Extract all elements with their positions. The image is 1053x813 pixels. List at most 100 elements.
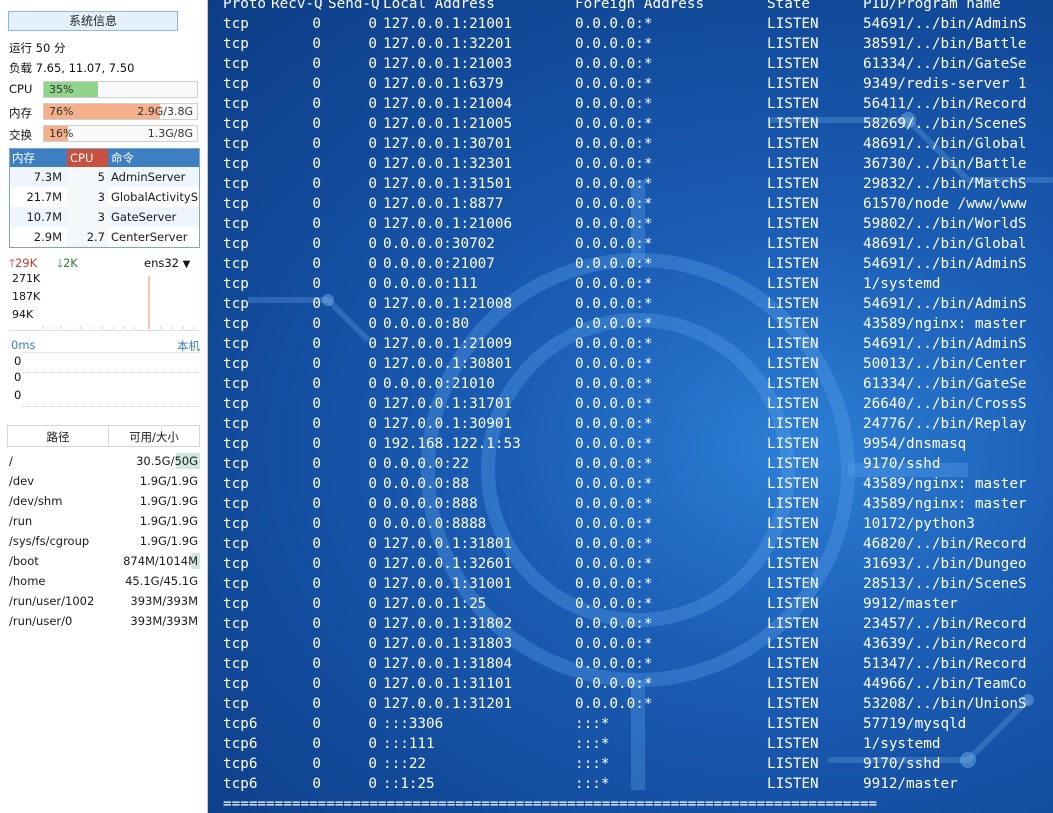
sort-by-cpu-header[interactable]: CPU <box>67 149 108 167</box>
netstat-proto: tcp <box>223 456 249 472</box>
netstat-pid-program: 58269/../bin/SceneS <box>863 116 1027 132</box>
netstat-pid-program: 38591/../bin/Battle <box>863 36 1027 52</box>
disk-table-header: 路径 可用/大小 <box>7 425 200 447</box>
netstat-foreign-address: 0.0.0.0:* <box>575 16 653 32</box>
netstat-row: tcp 0 0 0.0.0.0:80 0.0.0.0:* LISTEN 43589/ngin… <box>223 314 1053 334</box>
disk-row[interactable]: / 30.5G/50G <box>7 451 200 471</box>
netstat-recv-q: 0 <box>312 236 321 252</box>
disk-row[interactable]: /home 45.1G/45.1G <box>7 571 200 591</box>
netstat-proto: tcp <box>223 556 249 572</box>
netstat-send-q: 0 <box>368 736 377 752</box>
netstat-pid-program: 57719/mysqld <box>863 716 967 732</box>
disk-row[interactable]: /sys/fs/cgroup 1.9G/1.9G <box>7 531 200 551</box>
netstat-state: LISTEN <box>767 236 819 252</box>
netstat-pid-program: 48691/../bin/Global <box>863 236 1027 252</box>
disk-size: 874M/1014M <box>123 554 198 568</box>
netstat-foreign-address: 0.0.0.0:* <box>575 336 653 352</box>
process-memory: 2.9M <box>33 230 62 244</box>
netstat-local-address: 192.168.122.1:53 <box>383 436 521 452</box>
netstat-proto: tcp <box>223 216 249 232</box>
netstat-proto: tcp <box>223 536 249 552</box>
netstat-state: LISTEN <box>767 196 819 212</box>
netstat-pid-program: 54691/../bin/AdminS <box>863 16 1027 32</box>
netstat-state: LISTEN <box>767 776 819 792</box>
netstat-row: tcp6 0 0::1:25:::* LISTEN 9912/master <box>223 774 1053 794</box>
process-cpu: 5 <box>67 167 108 187</box>
disk-row[interactable]: /run/user/0 393M/393M <box>7 611 200 631</box>
netstat-foreign-address: 0.0.0.0:* <box>575 376 653 392</box>
netstat-state: LISTEN <box>767 316 819 332</box>
uptime-text: 运行 50 分 <box>9 41 66 55</box>
process-row[interactable]: 7.3M 5 AdminServer <box>10 167 199 187</box>
netstat-proto: tcp <box>223 656 249 672</box>
netstat-send-q: 0 <box>368 496 377 512</box>
netstat-recv-q: 0 <box>312 416 321 432</box>
process-command: GateServer <box>111 210 177 224</box>
netstat-pid-program: 36730/../bin/Battle <box>863 156 1027 172</box>
disk-row[interactable]: /dev 1.9G/1.9G <box>7 471 200 491</box>
netstat-local-address: 127.0.0.1:30801 <box>383 356 513 372</box>
process-row[interactable]: 10.7M 3 GateServer <box>10 207 199 227</box>
process-table: 内存 CPU 命令 7.3M 5 AdminServer 21.7M 3 GlobalAc… <box>9 148 200 248</box>
netstat-state: LISTEN <box>767 276 819 292</box>
netstat-foreign-address: 0.0.0.0:* <box>575 216 653 232</box>
netstat-local-address: 0.0.0.0:88 <box>383 476 470 492</box>
netstat-pid-program: 48691/../bin/Global <box>863 136 1027 152</box>
netstat-local-address: :::22 <box>383 756 427 772</box>
netstat-row: tcp 0 0 127.0.0.1:31201 0.0.0.0:* LISTEN 53208… <box>223 694 1053 714</box>
netstat-row: tcp 0 0 127.0.0.1:21003 0.0.0.0:* LISTEN 61334… <box>223 54 1053 74</box>
disk-row[interactable]: /boot 874M/1014M <box>7 551 200 571</box>
process-row[interactable]: 21.7M 3 GlobalActivityS <box>10 187 199 207</box>
netstat-row: tcp 0 0 127.0.0.1:32301 0.0.0.0:* LISTEN 36730… <box>223 154 1053 174</box>
netstat-row: tcp 0 0 0.0.0.0:21007 0.0.0.0:* LISTEN 54691/.… <box>223 254 1053 274</box>
netstat-local-address: 127.0.0.1:21008 <box>383 296 513 312</box>
disk-path: /run/user/0 <box>9 614 73 628</box>
netstat-state: LISTEN <box>767 476 819 492</box>
netstat-pid-program: 53208/../bin/UnionS <box>863 696 1027 712</box>
netstat-local-address: 0.0.0.0:8888 <box>383 516 487 532</box>
disk-row[interactable]: /dev/shm 1.9G/1.9G <box>7 491 200 511</box>
sort-by-memory-header[interactable]: 内存 <box>10 149 67 167</box>
netstat-row: tcp 0 0 127.0.0.1:21004 0.0.0.0:* LISTEN 56411… <box>223 94 1053 114</box>
latency-label: 0ms <box>11 338 36 352</box>
netstat-state: LISTEN <box>767 456 819 472</box>
netstat-proto: tcp <box>223 196 249 212</box>
netstat-proto: tcp <box>223 576 249 592</box>
netstat-recv-q: 0 <box>312 56 321 72</box>
netstat-recv-q: 0 <box>312 336 321 352</box>
netstat-foreign-address: 0.0.0.0:* <box>575 156 653 172</box>
process-row[interactable]: 2.9M 2.7 CenterServer <box>10 227 199 247</box>
process-command: CenterServer <box>111 230 188 244</box>
netstat-state: LISTEN <box>767 216 819 232</box>
system-info-button[interactable]: 系统信息 <box>8 11 178 31</box>
netstat-foreign-address: 0.0.0.0:* <box>575 436 653 452</box>
netstat-foreign-address: 0.0.0.0:* <box>575 416 653 432</box>
disk-row[interactable]: /run 1.9G/1.9G <box>7 511 200 531</box>
network-interface-select[interactable]: ens32 ▼ <box>144 256 190 270</box>
netstat-foreign-address: :::* <box>575 756 610 772</box>
netstat-row: tcp 0 0 127.0.0.1:6379 0.0.0.0:* LISTEN 9349/r… <box>223 74 1053 94</box>
load-average-text: 负载 7.65, 11.07, 7.50 <box>9 61 135 75</box>
netstat-foreign-address: 0.0.0.0:* <box>575 616 653 632</box>
netstat-send-q: 0 <box>368 316 377 332</box>
netstat-recv-q: 0 <box>312 316 321 332</box>
netstat-proto: tcp <box>223 56 249 72</box>
netstat-send-q: 0 <box>368 436 377 452</box>
disk-row[interactable]: /run/user/1002 393M/393M <box>7 591 200 611</box>
netstat-send-q: 0 <box>368 56 377 72</box>
netstat-header-row: Proto Recv-Q Send-Q Local Address Foreig… <box>223 0 1053 14</box>
disk-size-header[interactable]: 可用/大小 <box>109 426 199 446</box>
terminal-window[interactable]: Proto Recv-Q Send-Q Local Address Foreig… <box>208 0 1053 813</box>
command-header[interactable]: 命令 <box>108 149 199 167</box>
memory-usage-bar: 76% 2.9G/3.8G <box>43 103 198 120</box>
disk-size: 30.5G/50G <box>136 454 198 468</box>
disk-path-header[interactable]: 路径 <box>8 426 109 446</box>
netstat-foreign-address: 0.0.0.0:* <box>575 556 653 572</box>
netstat-send-q: 0 <box>368 156 377 172</box>
netstat-proto: tcp <box>223 156 249 172</box>
netstat-state: LISTEN <box>767 376 819 392</box>
netstat-local-address: 127.0.0.1:32201 <box>383 36 513 52</box>
netstat-recv-q: 0 <box>312 356 321 372</box>
netstat-row: tcp 0 0 127.0.0.1:31801 0.0.0.0:* LISTEN 46820… <box>223 534 1053 554</box>
netstat-local-address: 127.0.0.1:31804 <box>383 656 513 672</box>
